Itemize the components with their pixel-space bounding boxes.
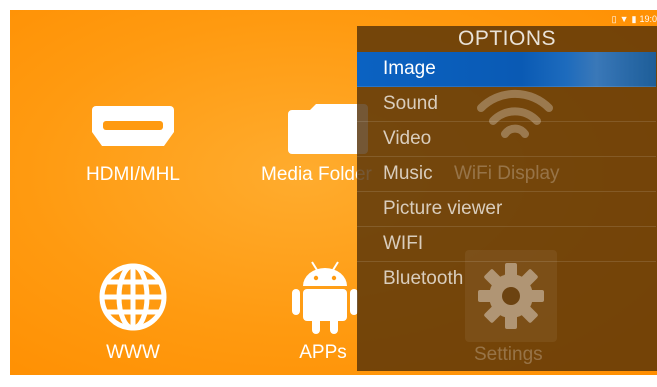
tile-hdmi[interactable]: HDMI/MHL <box>58 100 208 200</box>
hdmi-icon <box>92 106 174 146</box>
projector-screen: ▯ ▼ ▮ 19:0 HDMI/MHL Media Folder WWW APP… <box>0 0 657 387</box>
options-item-label: Image <box>383 58 436 79</box>
tile-label: WWW <box>106 342 160 363</box>
wifi-status-icon: ▼ <box>619 14 629 24</box>
options-item-image[interactable]: Image <box>357 52 656 87</box>
options-item-picture-viewer[interactable]: Picture viewer <box>357 192 656 227</box>
tile-www[interactable]: WWW <box>58 262 208 372</box>
tile-label: HDMI/MHL <box>86 164 180 185</box>
globe-icon <box>99 263 167 331</box>
status-bar: ▯ ▼ ▮ 19:0 <box>612 12 657 26</box>
options-item-label: WIFI <box>383 233 424 254</box>
settings-label: Settings <box>474 344 543 365</box>
signal-icon: ▯ <box>611 13 617 24</box>
battery-icon: ▮ <box>631 13 637 24</box>
android-icon <box>292 261 358 334</box>
options-item-bluetooth[interactable]: Bluetooth <box>357 262 656 296</box>
options-item-video[interactable]: Video <box>357 122 656 157</box>
options-item-sound[interactable]: Sound <box>357 87 656 122</box>
options-menu: OPTIONS WiFi Display Settings Image Soun… <box>357 26 657 371</box>
options-item-label: Picture viewer <box>383 198 503 219</box>
options-item-label: Sound <box>383 93 438 114</box>
options-item-label: Bluetooth <box>383 268 464 289</box>
options-item-label: Music <box>383 163 433 184</box>
options-item-music[interactable]: Music <box>357 157 656 192</box>
options-item-wifi[interactable]: WIFI <box>357 227 656 262</box>
options-item-label: Video <box>383 128 432 149</box>
clock: 19:0 <box>639 14 657 24</box>
folder-icon <box>288 104 368 154</box>
options-title: OPTIONS <box>457 27 556 50</box>
